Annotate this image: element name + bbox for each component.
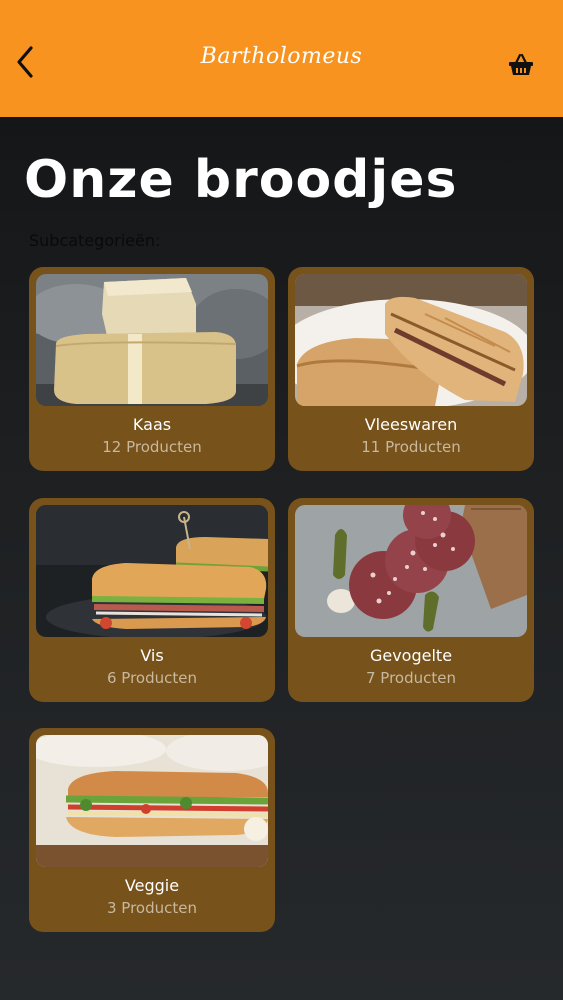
category-count: 12 Producten <box>102 438 202 456</box>
category-name: Veggie <box>124 876 180 895</box>
category-count: 11 Producten <box>361 438 461 456</box>
category-card-veggie[interactable]: Veggie 3 Producten <box>29 728 275 932</box>
category-name: Gevogelte <box>369 646 453 665</box>
category-name: Vleeswaren <box>364 415 458 434</box>
subcategories-label: Subcategorieën: <box>29 231 161 250</box>
cheese-photo <box>36 274 268 406</box>
sub-sandwich-photo <box>36 505 268 637</box>
category-card-gevogelte[interactable]: Gevogelte 7 Producten <box>288 498 534 702</box>
basket-icon <box>509 53 533 75</box>
category-name: Kaas <box>132 415 172 434</box>
panini-photo <box>295 274 527 406</box>
category-count: 3 Producten <box>107 899 197 917</box>
basket-button[interactable] <box>504 48 538 82</box>
app-header: Bartholomeus <box>0 0 563 117</box>
veggie-sandwich-photo <box>36 735 268 867</box>
page-title: Onze broodjes <box>24 150 458 210</box>
brand-logo: Bartholomeus <box>200 44 363 69</box>
category-card-vleeswaren[interactable]: Vleeswaren 11 Producten <box>288 267 534 471</box>
salami-photo <box>295 505 527 637</box>
category-name: Vis <box>140 646 164 665</box>
category-card-kaas[interactable]: Kaas 12 Producten <box>29 267 275 471</box>
category-card-vis[interactable]: Vis 6 Producten <box>29 498 275 702</box>
category-count: 6 Producten <box>107 669 197 687</box>
category-count: 7 Producten <box>366 669 456 687</box>
